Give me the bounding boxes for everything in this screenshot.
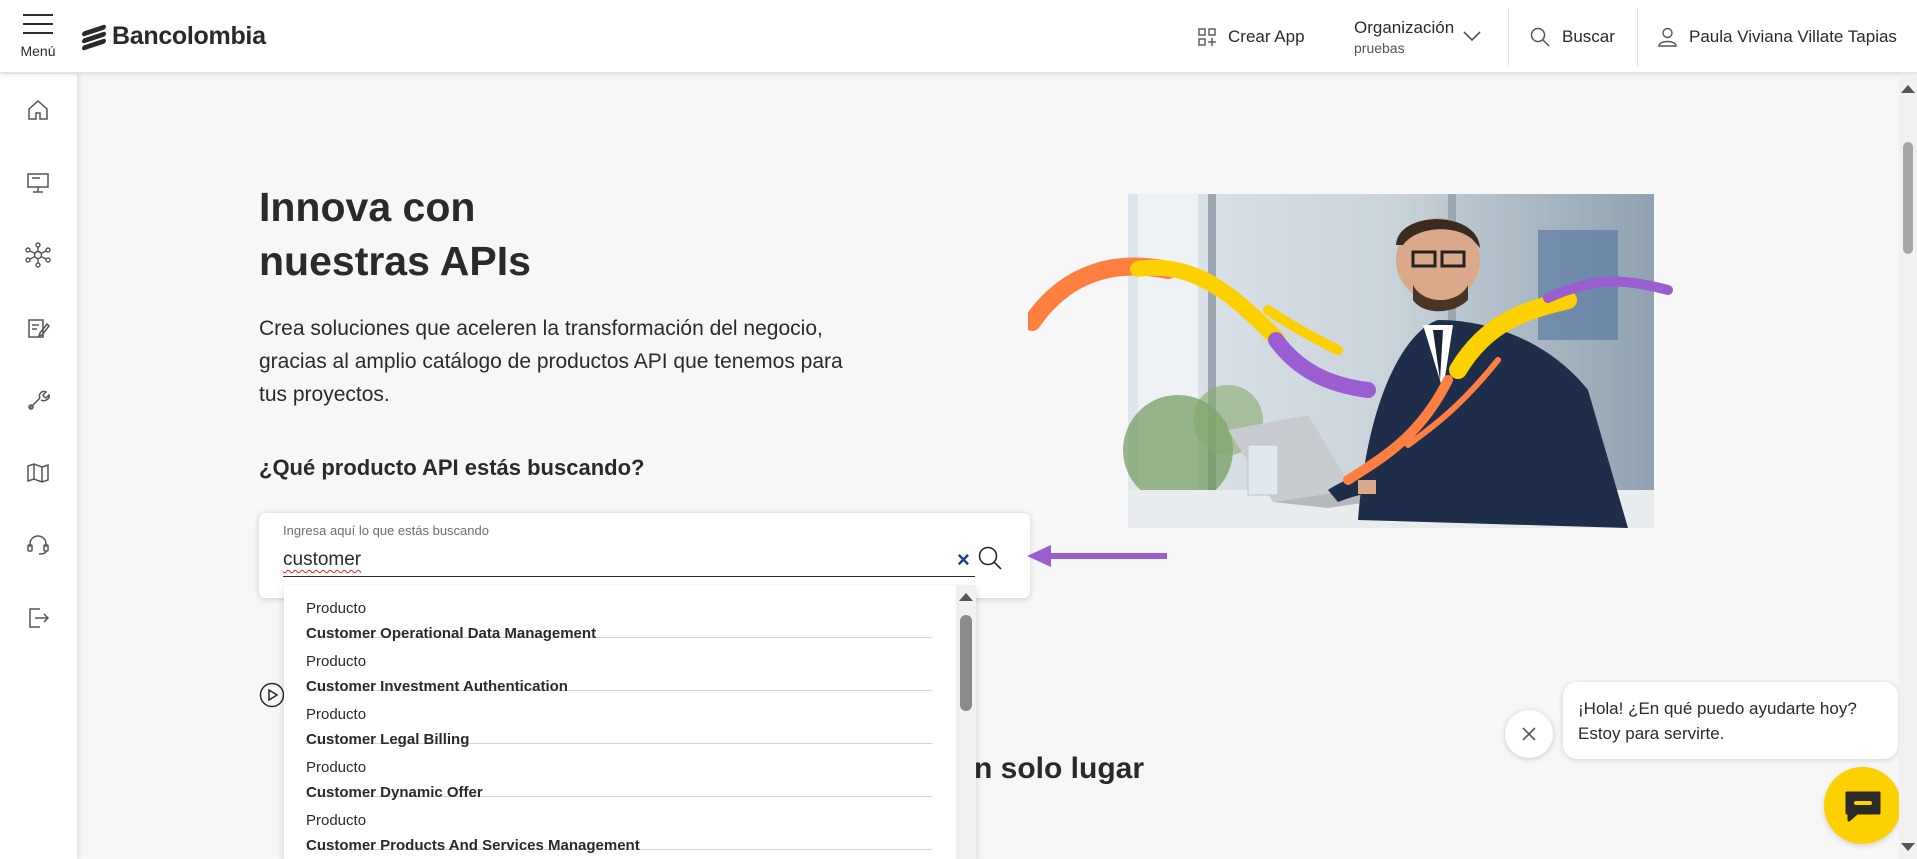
- user-profile-button[interactable]: Paula Viviana Villate Tapias: [1658, 0, 1897, 73]
- close-icon: [1522, 727, 1536, 741]
- search-header-button[interactable]: Buscar: [1530, 0, 1615, 73]
- document-edit-icon[interactable]: [24, 314, 52, 342]
- hero-title-line2: nuestras APIs: [259, 238, 531, 284]
- top-header: Menú Bancolombia Crear App Organización …: [0, 0, 1917, 73]
- hero-description: Crea soluciones que aceleren la transfor…: [259, 317, 843, 406]
- hero-title: Innova con nuestras APIs: [259, 180, 659, 288]
- result-item[interactable]: Producto Customer Products And Services …: [306, 797, 932, 854]
- grid-plus-icon: [1198, 27, 1216, 46]
- user-name: Paula Viviana Villate Tapias: [1689, 26, 1897, 46]
- monitor-icon[interactable]: [24, 169, 52, 197]
- search-input[interactable]: customer: [283, 549, 361, 571]
- search-question: ¿Qué producto API estás buscando?: [259, 455, 645, 480]
- hamburger-icon: [23, 12, 53, 34]
- result-item[interactable]: Producto Customer Operational Data Manag…: [306, 585, 932, 642]
- menu-label: Menú: [20, 43, 56, 59]
- result-category: Producto: [306, 706, 367, 723]
- search-placeholder-label: Ingresa aquí lo que estás buscando: [283, 523, 489, 538]
- tools-icon[interactable]: [24, 386, 52, 414]
- result-item[interactable]: Producto Customer Investment Authenticat…: [306, 638, 932, 695]
- bancolombia-logo[interactable]: Bancolombia: [82, 22, 266, 51]
- chat-close-button[interactable]: [1505, 710, 1553, 758]
- organization-value: pruebas: [1354, 39, 1405, 56]
- chat-greeting-line1: ¡Hola! ¿En qué puedo ayudarte hoy?: [1578, 699, 1857, 718]
- chat-greeting-bubble[interactable]: ¡Hola! ¿En qué puedo ayudarte hoy? Estoy…: [1563, 682, 1898, 759]
- headset-icon[interactable]: [24, 531, 52, 559]
- dropdown-scroll-up-icon[interactable]: [959, 593, 973, 601]
- search-icon: [1530, 27, 1550, 47]
- organization-selector[interactable]: Organización pruebas: [1354, 0, 1454, 73]
- hero-office-image: [1028, 194, 1673, 528]
- result-name: Customer Products And Services Managemen…: [306, 837, 640, 854]
- result-category: Producto: [306, 653, 367, 670]
- page-scroll-thumb[interactable]: [1903, 142, 1913, 254]
- create-app-label: Crear App: [1228, 26, 1305, 46]
- menu-button[interactable]: Menú: [14, 12, 62, 64]
- result-item[interactable]: Producto Customer Legal Billing: [306, 691, 932, 748]
- home-icon[interactable]: [24, 96, 52, 124]
- chat-icon: [1845, 791, 1880, 821]
- result-category: Producto: [306, 759, 367, 776]
- brand-name: Bancolombia: [112, 22, 266, 50]
- header-divider: [1637, 8, 1638, 66]
- user-icon: [1658, 27, 1677, 47]
- create-app-button[interactable]: Crear App: [1198, 0, 1305, 73]
- chevron-down-icon[interactable]: [1463, 30, 1481, 42]
- network-icon[interactable]: [24, 241, 52, 269]
- left-sidebar: [0, 74, 77, 859]
- dropdown-scroll-thumb[interactable]: [960, 615, 972, 711]
- search-input-underline: [283, 576, 975, 577]
- hero-title-line1: Innova con: [259, 184, 476, 230]
- scroll-up-icon[interactable]: [1901, 85, 1915, 93]
- header-divider: [1508, 8, 1509, 66]
- section-title-partial: n solo lugar: [974, 752, 1145, 785]
- chat-greeting-line2: Estoy para servirte.: [1578, 724, 1725, 743]
- result-category: Producto: [306, 600, 367, 617]
- scroll-down-icon[interactable]: [1901, 843, 1915, 851]
- result-item[interactable]: Producto Customer Dynamic Offer: [306, 744, 932, 801]
- page-scrollbar[interactable]: [1899, 78, 1917, 859]
- pointer-arrow-icon: [1027, 545, 1167, 567]
- search-header-label: Buscar: [1562, 26, 1615, 46]
- clear-search-button[interactable]: ×: [957, 547, 970, 573]
- search-submit-icon[interactable]: [977, 545, 1003, 571]
- chat-launcher-button[interactable]: [1824, 767, 1901, 844]
- logout-icon[interactable]: [24, 604, 52, 632]
- result-category: Producto: [306, 812, 367, 829]
- search-results-dropdown: Producto Customer Operational Data Manag…: [284, 585, 976, 859]
- play-circle-icon[interactable]: [259, 682, 285, 708]
- bancolombia-logo-icon: [82, 23, 108, 51]
- map-icon[interactable]: [24, 459, 52, 487]
- organization-title: Organización: [1354, 17, 1455, 37]
